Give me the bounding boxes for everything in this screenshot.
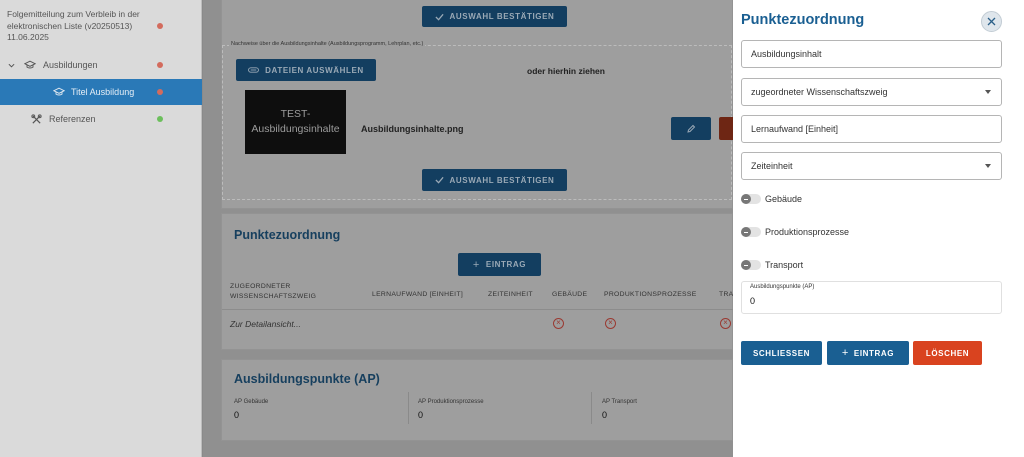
ap-field-label: AP Produktionsprozesse (418, 399, 484, 405)
tools-icon (31, 113, 42, 124)
toggle-switch[interactable] (741, 260, 761, 270)
delete-file-button[interactable] (719, 117, 733, 140)
add-entry-button[interactable]: + EINTRAG (827, 341, 909, 365)
cross-circle-icon: × (553, 318, 564, 329)
ap-field-label: AP Transport (602, 399, 637, 405)
sidebar: Folgemitteilung zum Verbleib in der elek… (0, 0, 202, 457)
toggle-label: Transport (765, 260, 804, 270)
toggle-produktionsprozesse[interactable]: Produktionsprozesse (741, 225, 849, 239)
sidebar-item-referenzen[interactable]: Referenzen (0, 106, 202, 132)
loeschen-button[interactable]: LÖSCHEN (913, 341, 982, 365)
ap-field-label: AP Gebäude (234, 399, 269, 405)
schliessen-button[interactable]: SCHLIESSEN (741, 341, 822, 365)
paperclip-icon (248, 67, 260, 73)
divider (591, 392, 592, 424)
choose-files-button[interactable]: DATEIEN AUSWÄHLEN (236, 59, 376, 81)
lernaufwand-field[interactable]: Lernaufwand [Einheit] (741, 115, 1002, 143)
column-header: ZUGEORDNETER WISSENSCHAFTSZWEIG (230, 283, 317, 300)
toggle-gebaeude[interactable]: Gebäude (741, 192, 802, 206)
wissenschaftszweig-select[interactable]: zugeordneter Wissenschaftszweig (741, 78, 1002, 106)
status-dot (157, 23, 163, 29)
edit-file-button[interactable] (671, 117, 711, 140)
column-header: ZEITEINHEIT (488, 291, 533, 298)
status-dot (157, 62, 163, 68)
toggle-knob (741, 227, 751, 237)
field-value: 0 (750, 296, 756, 306)
sidebar-item-label: Referenzen (49, 114, 96, 124)
cross-circle-icon: × (720, 318, 731, 329)
sidebar-item-label: Titel Ausbildung (71, 87, 135, 97)
plus-icon: + (841, 347, 849, 359)
check-icon (435, 13, 444, 21)
button-label: AUSWAHL BESTÄTIGEN (449, 175, 555, 185)
ap-field-value: 0 (234, 410, 240, 420)
upload-legend: Nachweise über die Ausbildungsinhalte (A… (229, 41, 426, 47)
column-header: LERNAUFWAND [EINHEIT] (372, 291, 464, 298)
button-label: DATEIEN AUSWÄHLEN (265, 65, 364, 75)
caret-down-icon (985, 90, 991, 94)
check-icon (435, 176, 444, 184)
select-value: zugeordneter Wissenschaftszweig (751, 87, 888, 97)
points-section-title: Punktezuordnung (234, 228, 341, 242)
table-row-placeholder[interactable]: Zur Detailansicht... (230, 319, 301, 329)
toggle-switch[interactable] (741, 227, 761, 237)
caret-down-icon (985, 164, 991, 168)
button-label: SCHLIESSEN (752, 348, 811, 358)
column-header: TRA (719, 291, 734, 298)
panel-title: Punktezuordnung (741, 12, 865, 28)
button-label: EINTRAG (853, 348, 895, 358)
sidebar-document-title[interactable]: Folgemitteilung zum Verbleib in der elek… (7, 9, 157, 44)
confirm-selection-button[interactable]: AUSWAHL BESTÄTIGEN (422, 169, 567, 191)
sidebar-item-ausbildungen[interactable]: Ausbildungen (0, 52, 202, 78)
chevron-down-icon[interactable] (8, 62, 15, 69)
plus-icon: + (472, 258, 480, 271)
toggle-transport[interactable]: Transport (741, 258, 803, 272)
toggle-label: Gebäude (765, 194, 803, 204)
confirm-selection-button[interactable]: AUSWAHL BESTÄTIGEN (422, 6, 567, 27)
ap-section-title: Ausbildungspunkte (AP) (234, 372, 380, 386)
ap-field-value: 0 (418, 410, 424, 420)
graduation-cap-icon (24, 60, 36, 69)
file-name: Ausbildungsinhalte.png (361, 124, 464, 134)
toggle-knob (741, 194, 751, 204)
graduation-cap-icon (53, 87, 65, 96)
cross-circle-icon: × (605, 318, 616, 329)
divider (408, 392, 409, 424)
toggle-label: Produktionsprozesse (765, 227, 850, 237)
ausbildungsinhalt-field[interactable]: Ausbildungsinhalt (741, 40, 1002, 68)
drop-hint: oder hierhin ziehen (527, 66, 605, 76)
field-label: Ausbildungspunkte (AP) (748, 284, 817, 290)
column-header: PRODUKTIONSPROZESSE (604, 291, 697, 298)
button-label: EINTRAG (485, 260, 527, 269)
table-divider (222, 309, 733, 310)
edit-icon (687, 124, 696, 133)
ap-field-value: 0 (602, 410, 608, 420)
toggle-knob (741, 260, 751, 270)
close-button[interactable] (981, 11, 1002, 32)
button-label: LÖSCHEN (925, 348, 970, 358)
toggle-switch[interactable] (741, 194, 761, 204)
column-header: GEBÄUDE (552, 291, 588, 298)
status-dot (157, 116, 163, 122)
button-label: AUSWAHL BESTÄTIGEN (449, 12, 555, 21)
file-thumbnail: TEST-Ausbildungsinhalte (245, 90, 346, 154)
sidebar-item-titel-ausbildung[interactable]: Titel Ausbildung (0, 79, 202, 105)
zeiteinheit-select[interactable]: Zeiteinheit (741, 152, 1002, 180)
add-entry-button[interactable]: + EINTRAG (458, 253, 541, 276)
sidebar-item-label: Ausbildungen (43, 60, 98, 70)
close-icon (987, 17, 996, 26)
status-dot (157, 89, 163, 95)
select-value: Zeiteinheit (751, 161, 793, 171)
